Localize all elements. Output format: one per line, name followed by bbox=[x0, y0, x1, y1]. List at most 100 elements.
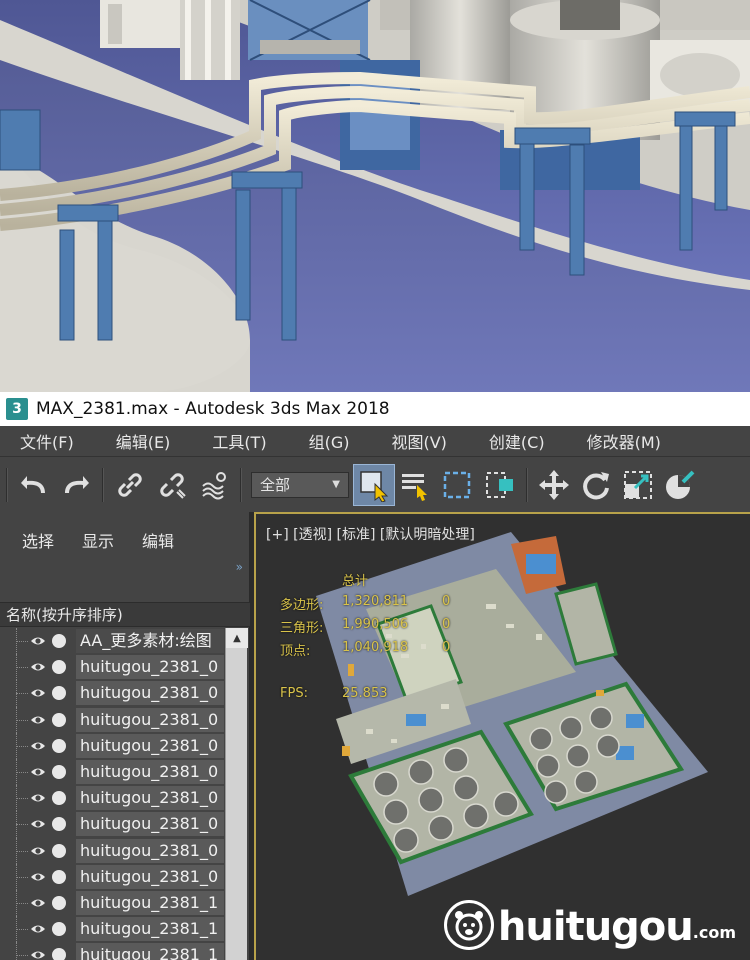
material-icon bbox=[666, 470, 695, 499]
bind-to-spacewarp-button[interactable] bbox=[193, 464, 235, 506]
select-cursor-icon bbox=[360, 470, 389, 502]
more-tabs-icon[interactable]: » bbox=[236, 560, 243, 574]
perspective-viewport[interactable]: [+] [透视] [标准] [默认明暗处理] 总计 多边形: 1,320,811… bbox=[254, 512, 750, 960]
visibility-eye-icon[interactable] bbox=[30, 686, 46, 700]
main-toolbar: 全部 ▼ bbox=[0, 456, 750, 512]
visibility-eye-icon[interactable] bbox=[30, 922, 46, 936]
scroll-up-arrow-icon[interactable]: ▲ bbox=[226, 628, 248, 648]
scene-object-row[interactable]: huitugou_2381_1 bbox=[0, 916, 250, 943]
select-and-rotate-button[interactable] bbox=[575, 464, 617, 506]
toolbar-separator bbox=[526, 467, 528, 502]
undo-button[interactable] bbox=[13, 464, 55, 506]
visibility-eye-icon[interactable] bbox=[30, 791, 46, 805]
select-and-link-button[interactable] bbox=[109, 464, 151, 506]
freeze-toggle-icon[interactable] bbox=[52, 948, 66, 960]
freeze-toggle-icon[interactable] bbox=[52, 686, 66, 701]
toolbar-separator bbox=[240, 467, 242, 502]
freeze-toggle-icon[interactable] bbox=[52, 817, 66, 832]
scene-object-row[interactable]: huitugou_2381_1 bbox=[0, 889, 250, 917]
scene-object-name[interactable]: huitugou_2381_0 bbox=[76, 786, 224, 811]
scene-object-row[interactable]: huitugou_2381_0 bbox=[0, 863, 250, 890]
select-and-scale-button[interactable] bbox=[617, 464, 659, 506]
scene-object-name[interactable]: huitugou_2381_0 bbox=[76, 655, 224, 680]
freeze-toggle-icon[interactable] bbox=[52, 869, 66, 884]
scene-object-name[interactable]: huitugou_2381_1 bbox=[76, 890, 224, 915]
menu-file[interactable]: 文件(F) bbox=[20, 429, 74, 453]
freeze-toggle-icon[interactable] bbox=[52, 895, 66, 910]
window-crossing-button[interactable] bbox=[479, 464, 521, 506]
tree-branch bbox=[16, 745, 28, 747]
freeze-toggle-icon[interactable] bbox=[52, 712, 66, 727]
unlink-selection-button[interactable] bbox=[151, 464, 193, 506]
freeze-toggle-icon[interactable] bbox=[52, 922, 66, 937]
scene-object-row[interactable]: AA_更多素材:绘图 bbox=[0, 628, 250, 655]
visibility-eye-icon[interactable] bbox=[30, 634, 46, 648]
tree-branch bbox=[16, 955, 28, 957]
scene-object-name[interactable]: huitugou_2381_0 bbox=[76, 733, 224, 758]
freeze-toggle-icon[interactable] bbox=[52, 843, 66, 858]
scene-object-row[interactable]: huitugou_2381_0 bbox=[0, 680, 250, 707]
scene-object-row[interactable]: huitugou_2381_0 bbox=[0, 758, 250, 786]
menu-tools[interactable]: 工具(T) bbox=[212, 429, 266, 453]
scene-object-name[interactable]: huitugou_2381_0 bbox=[76, 707, 224, 732]
select-object-button[interactable] bbox=[353, 463, 395, 506]
tab-display[interactable]: 显示 bbox=[82, 528, 114, 552]
menu-modifiers[interactable]: 修改器(M) bbox=[587, 429, 661, 453]
list-scrollbar[interactable]: ▲ bbox=[225, 628, 248, 960]
scene-object-row[interactable]: huitugou_2381_0 bbox=[0, 811, 250, 838]
rectangular-selection-region-button[interactable] bbox=[437, 464, 479, 506]
visibility-eye-icon[interactable] bbox=[30, 739, 46, 753]
scene-object-name[interactable]: huitugou_2381_0 bbox=[76, 864, 224, 889]
polygons-value: 1,320,811 bbox=[342, 594, 409, 609]
scene-object-row[interactable]: huitugou_2381_0 bbox=[0, 785, 250, 812]
scale-icon bbox=[624, 470, 652, 499]
tab-edit[interactable]: 编辑 bbox=[142, 528, 174, 552]
freeze-toggle-icon[interactable] bbox=[52, 660, 66, 675]
menu-create[interactable]: 创建(C) bbox=[489, 429, 545, 453]
triangles-label: 三角形: bbox=[280, 621, 324, 636]
screen: 3 MAX_2381.max - Autodesk 3ds Max 2018 文… bbox=[0, 0, 750, 960]
visibility-eye-icon[interactable] bbox=[30, 765, 46, 779]
menu-group[interactable]: 组(G) bbox=[309, 429, 350, 453]
scene-object-name[interactable]: huitugou_2381_1 bbox=[76, 943, 224, 960]
redo-button[interactable] bbox=[55, 464, 97, 506]
visibility-eye-icon[interactable] bbox=[30, 817, 46, 831]
tree-branch bbox=[16, 641, 28, 642]
freeze-toggle-icon[interactable] bbox=[52, 791, 66, 806]
tree-branch bbox=[16, 719, 28, 721]
scene-object-row[interactable]: huitugou_2381_0 bbox=[0, 837, 250, 864]
menu-views[interactable]: 视图(V) bbox=[391, 429, 446, 453]
chevron-down-icon: ▼ bbox=[332, 478, 340, 490]
selection-filter-dropdown[interactable]: 全部 ▼ bbox=[251, 471, 349, 498]
watermark-text: huitugou bbox=[497, 904, 694, 950]
visibility-eye-icon[interactable] bbox=[30, 896, 46, 910]
scene-object-name[interactable]: AA_更多素材:绘图 bbox=[76, 629, 224, 653]
tab-select[interactable]: 选择 bbox=[22, 528, 54, 552]
scene-object-row[interactable]: huitugou_2381_0 bbox=[0, 654, 250, 681]
scene-object-row[interactable]: huitugou_2381_0 bbox=[0, 732, 250, 759]
scene-object-name[interactable]: huitugou_2381_0 bbox=[76, 838, 224, 863]
scene-object-row[interactable]: huitugou_2381_0 bbox=[0, 706, 250, 733]
select-and-move-button[interactable] bbox=[533, 464, 575, 506]
scene-object-name[interactable]: huitugou_2381_1 bbox=[76, 917, 224, 942]
scene-object-name[interactable]: huitugou_2381_0 bbox=[76, 759, 224, 784]
material-editor-button[interactable] bbox=[659, 464, 701, 506]
select-by-name-button[interactable] bbox=[395, 464, 437, 506]
scene-object-row[interactable]: huitugou_2381_1 bbox=[0, 942, 250, 960]
visibility-eye-icon[interactable] bbox=[30, 660, 46, 674]
freeze-toggle-icon[interactable] bbox=[52, 738, 66, 753]
freeze-toggle-icon[interactable] bbox=[52, 634, 66, 648]
visibility-eye-icon[interactable] bbox=[30, 948, 46, 960]
menu-edit[interactable]: 编辑(E) bbox=[116, 429, 171, 453]
scene-object-name[interactable]: huitugou_2381_0 bbox=[76, 812, 224, 837]
fps-value: 25.853 bbox=[342, 686, 388, 701]
freeze-toggle-icon[interactable] bbox=[52, 764, 66, 779]
visibility-eye-icon[interactable] bbox=[30, 713, 46, 727]
visibility-eye-icon[interactable] bbox=[30, 870, 46, 884]
unlink-icon bbox=[160, 472, 186, 499]
fps-label: FPS: bbox=[280, 686, 308, 701]
window-crossing-icon bbox=[486, 471, 513, 498]
visibility-eye-icon[interactable] bbox=[30, 844, 46, 858]
column-header-name[interactable]: 名称(按升序排序) bbox=[0, 602, 250, 627]
scene-object-name[interactable]: huitugou_2381_0 bbox=[76, 681, 224, 706]
